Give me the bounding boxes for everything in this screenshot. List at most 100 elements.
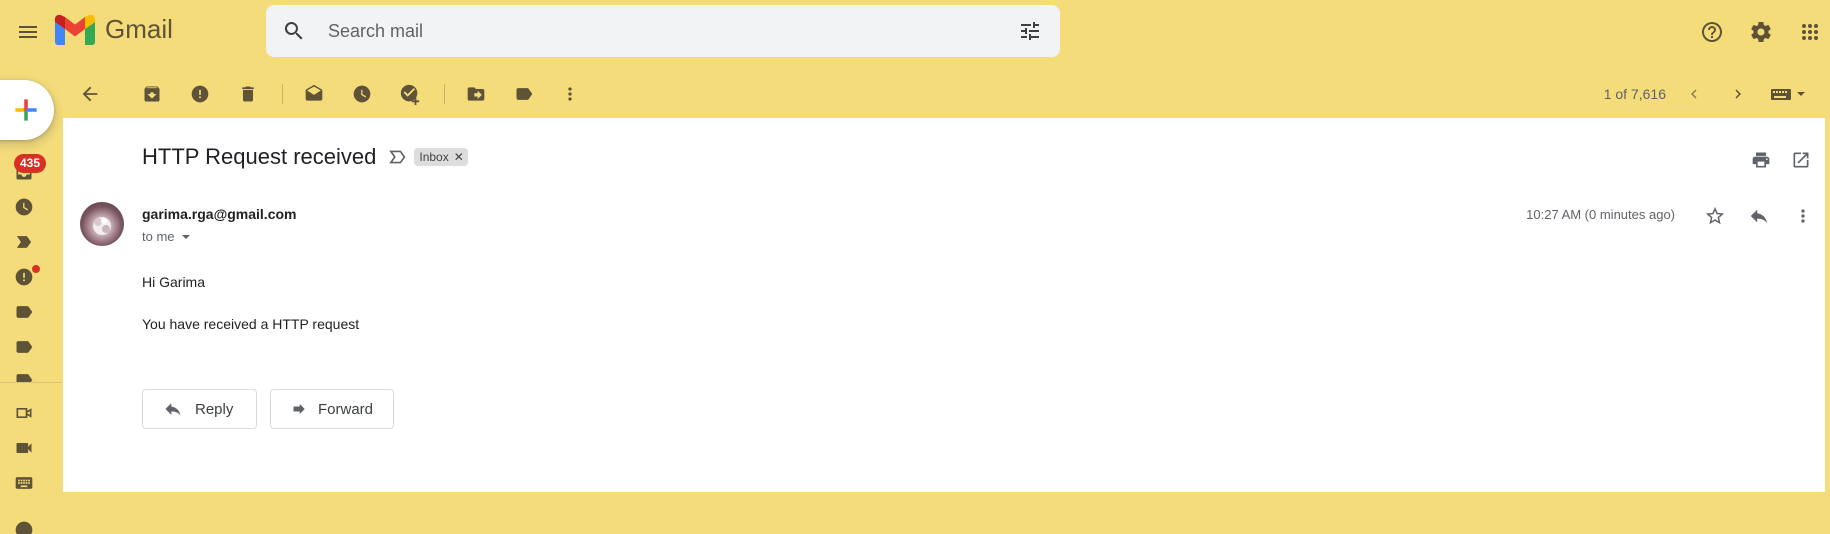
toolbar-separator: [282, 84, 283, 104]
body-line: You have received a HTTP request: [142, 316, 360, 332]
video-icon: [16, 408, 32, 418]
star-icon: [1705, 206, 1725, 225]
input-tools-icon: [1771, 89, 1805, 100]
forward-icon: [293, 404, 305, 414]
clock-icon: [15, 198, 33, 216]
pager-count: 1 of 7,616: [1603, 86, 1666, 102]
message-toolbar: 1 of 7,616: [62, 72, 1830, 116]
chevron-down-icon: [181, 234, 190, 239]
label-icon: [16, 374, 33, 382]
message-subject: HTTP Request received: [142, 144, 377, 169]
gmail-logo[interactable]: Gmail: [55, 14, 173, 45]
support-button[interactable]: [1692, 12, 1732, 52]
reply-icon: [165, 403, 181, 416]
move-to-icon: [467, 87, 485, 101]
important-icon: [16, 236, 32, 248]
rail-label-3[interactable]: [10, 370, 38, 382]
rail-label-1[interactable]: [10, 300, 38, 324]
reply-quick-button[interactable]: [1741, 198, 1777, 234]
reply-icon: [1750, 209, 1768, 224]
message-more-button[interactable]: [1785, 198, 1821, 234]
older-button[interactable]: [1720, 76, 1756, 112]
unread-count-badge: 435: [14, 154, 47, 173]
print-all-button[interactable]: [1745, 144, 1777, 176]
keyboard-icon: [15, 477, 33, 489]
importance-marker[interactable]: [388, 149, 408, 165]
mark-unread-icon: [305, 84, 323, 101]
label-icon: [16, 341, 33, 353]
labels-button[interactable]: [506, 76, 542, 112]
search-options-button[interactable]: [1018, 19, 1042, 43]
sender-avatar[interactable]: [80, 202, 124, 246]
spam-icon: [15, 268, 33, 286]
spam-notification-dot: [32, 265, 40, 273]
message-actions: [1689, 198, 1821, 234]
message-time: 10:27 AM (0 minutes ago): [1526, 207, 1675, 222]
compose-button[interactable]: [0, 80, 54, 140]
open-new-window-button[interactable]: [1785, 144, 1817, 176]
back-button[interactable]: [72, 76, 108, 112]
google-apps-button[interactable]: [1790, 12, 1830, 52]
input-tools-button[interactable]: [1766, 76, 1812, 112]
inbox-label-chip[interactable]: Inbox ✕: [414, 148, 468, 166]
snooze-icon: [353, 85, 371, 103]
important-outline-icon: [389, 150, 406, 164]
delete-button[interactable]: [230, 76, 266, 112]
remove-label-icon[interactable]: ✕: [454, 150, 464, 164]
reply-label: Reply: [195, 400, 234, 418]
star-button[interactable]: [1697, 198, 1733, 234]
report-spam-button[interactable]: [182, 76, 218, 112]
search-bar[interactable]: [266, 5, 1060, 57]
open-in-new-icon: [1793, 152, 1809, 168]
label-chip-text: Inbox: [419, 150, 449, 164]
reply-button[interactable]: Reply: [142, 389, 257, 429]
archive-button[interactable]: [134, 76, 170, 112]
rail-new-meeting[interactable]: [10, 401, 38, 425]
avatar-photo-icon: [93, 217, 111, 235]
sender-email[interactable]: garima.rga@gmail.com: [142, 206, 296, 222]
rail-keyboard[interactable]: [10, 471, 38, 495]
label-icon: [16, 306, 33, 318]
main-menu-button[interactable]: [8, 14, 48, 50]
rail-avatar-partial[interactable]: [10, 520, 38, 534]
forward-label: Forward: [317, 400, 373, 418]
tune-icon: [1021, 22, 1039, 40]
top-bar: Gmail: [0, 0, 1830, 64]
add-to-tasks-button[interactable]: [392, 76, 428, 112]
recipient-details[interactable]: to me: [142, 229, 191, 244]
message-view: HTTP Request received Inbox ✕ garima.rga…: [63, 118, 1825, 492]
chevron-left-icon: [1691, 89, 1697, 99]
report-spam-icon: [191, 85, 209, 103]
rail-label-2[interactable]: [10, 335, 38, 359]
rail-important[interactable]: [10, 230, 38, 254]
recipient-text: to me: [142, 229, 175, 244]
hamburger-menu-icon: [19, 26, 37, 38]
more-button[interactable]: [552, 76, 588, 112]
rail-snoozed[interactable]: [10, 195, 38, 219]
search-icon: [284, 22, 303, 40]
delete-icon: [242, 86, 254, 102]
snooze-button[interactable]: [344, 76, 380, 112]
body-line: Hi Garima: [142, 274, 206, 290]
contact-icon: [15, 521, 33, 534]
more-vert-icon: [568, 87, 572, 101]
back-arrow-icon: [82, 86, 98, 102]
newer-button[interactable]: [1676, 76, 1712, 112]
video-icon: [16, 443, 32, 453]
forward-button[interactable]: Forward: [270, 389, 394, 429]
rail-divider: [0, 382, 62, 383]
toolbar-separator: [444, 84, 445, 104]
archive-icon: [144, 86, 160, 102]
message-body: Hi Garima You have received a HTTP reque…: [142, 272, 359, 356]
search-input[interactable]: [328, 17, 968, 45]
gmail-logo-icon: [55, 14, 95, 45]
apps-grid-icon: [1802, 24, 1818, 40]
more-vert-icon: [1801, 209, 1805, 223]
rail-join-meeting[interactable]: [10, 436, 38, 460]
mark-unread-button[interactable]: [296, 76, 332, 112]
move-to-button[interactable]: [458, 76, 494, 112]
subject-row: HTTP Request received Inbox ✕: [142, 144, 468, 170]
help-icon: [1702, 22, 1722, 42]
search-button[interactable]: [282, 19, 306, 43]
settings-button[interactable]: [1741, 12, 1781, 52]
